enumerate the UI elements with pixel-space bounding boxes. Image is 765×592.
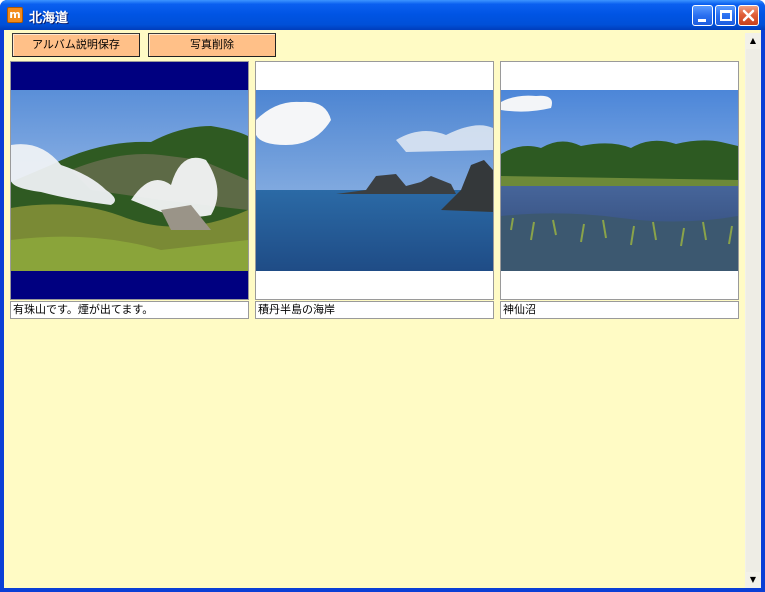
photo-frame[interactable]	[500, 61, 739, 300]
photo-caption[interactable]: 神仙沼	[500, 301, 739, 319]
photo-caption[interactable]: 有珠山です。煙が出てます。	[10, 301, 249, 319]
photo-frame[interactable]	[255, 61, 494, 300]
photo-card-2[interactable]: 積丹半島の海岸	[255, 61, 494, 319]
album-panel: アルバム説明保存 写真削除 有珠山です。煙が出てます。 積丹半島の海岸 神仙沼 …	[4, 30, 761, 588]
photo-card-1[interactable]: 有珠山です。煙が出てます。	[10, 61, 249, 319]
coast-rocks-icon	[256, 90, 493, 271]
minimize-button[interactable]	[692, 5, 713, 26]
close-icon	[742, 9, 755, 22]
save-album-description-button[interactable]: アルバム説明保存	[12, 33, 140, 57]
maximize-button[interactable]	[715, 5, 736, 26]
maximize-icon	[720, 10, 732, 21]
minimize-icon	[698, 19, 706, 22]
vertical-scrollbar[interactable]: ▲ ▼	[745, 33, 761, 588]
photo-caption[interactable]: 積丹半島の海岸	[255, 301, 494, 319]
close-button[interactable]	[738, 5, 759, 26]
app-icon[interactable]: m	[7, 7, 23, 23]
delete-photo-button[interactable]: 写真削除	[148, 33, 276, 57]
photo-frame[interactable]	[10, 61, 249, 300]
app-window: m 北海道 アルバム説明保存 写真削除 有珠山です。煙が出てます。 積丹半島の海…	[0, 0, 765, 592]
window-title: 北海道	[29, 11, 69, 26]
scroll-up-icon[interactable]: ▲	[745, 33, 761, 49]
volcano-steam-icon	[11, 90, 248, 271]
scroll-down-icon[interactable]: ▼	[745, 572, 761, 588]
marsh-pond-icon	[501, 90, 738, 271]
scroll-track[interactable]	[746, 49, 760, 572]
photo-card-3[interactable]: 神仙沼	[500, 61, 739, 319]
title-bar[interactable]: m 北海道	[0, 0, 765, 30]
